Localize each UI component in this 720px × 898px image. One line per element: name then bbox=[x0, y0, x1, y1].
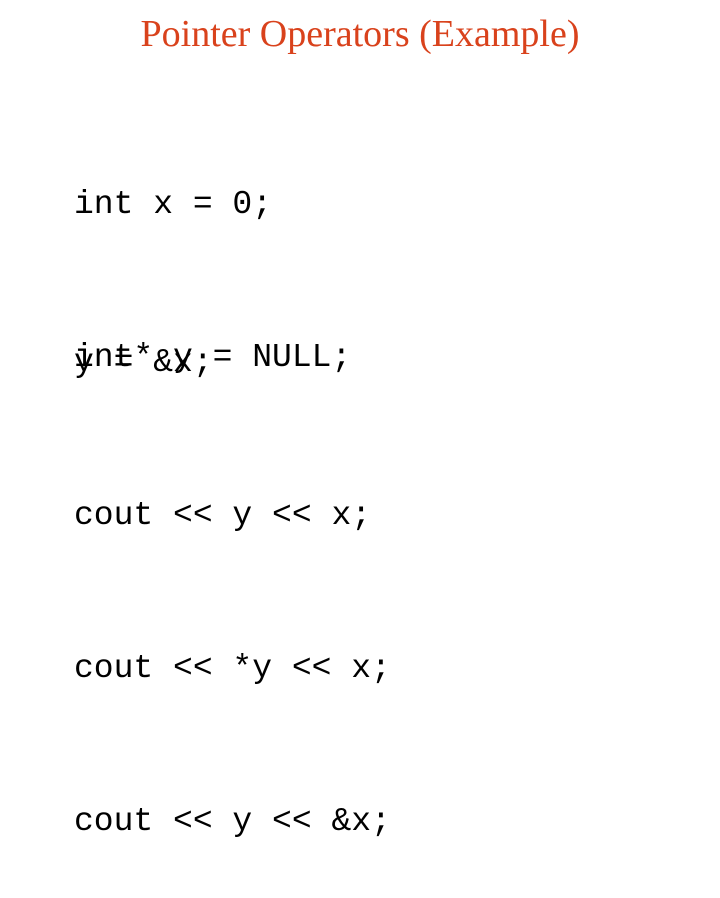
slide-title: Pointer Operators (Example) bbox=[140, 13, 580, 55]
code-line: y = &x; bbox=[74, 344, 213, 381]
code-line: cout << y << x; bbox=[74, 497, 372, 534]
code-block-statements: y = &x; cout << y << x; cout << *y << x;… bbox=[74, 235, 391, 898]
code-line: cout << *y << x; bbox=[74, 650, 391, 687]
code-line: int x = 0; bbox=[74, 186, 273, 223]
code-line: cout << y << &x; bbox=[74, 803, 391, 840]
